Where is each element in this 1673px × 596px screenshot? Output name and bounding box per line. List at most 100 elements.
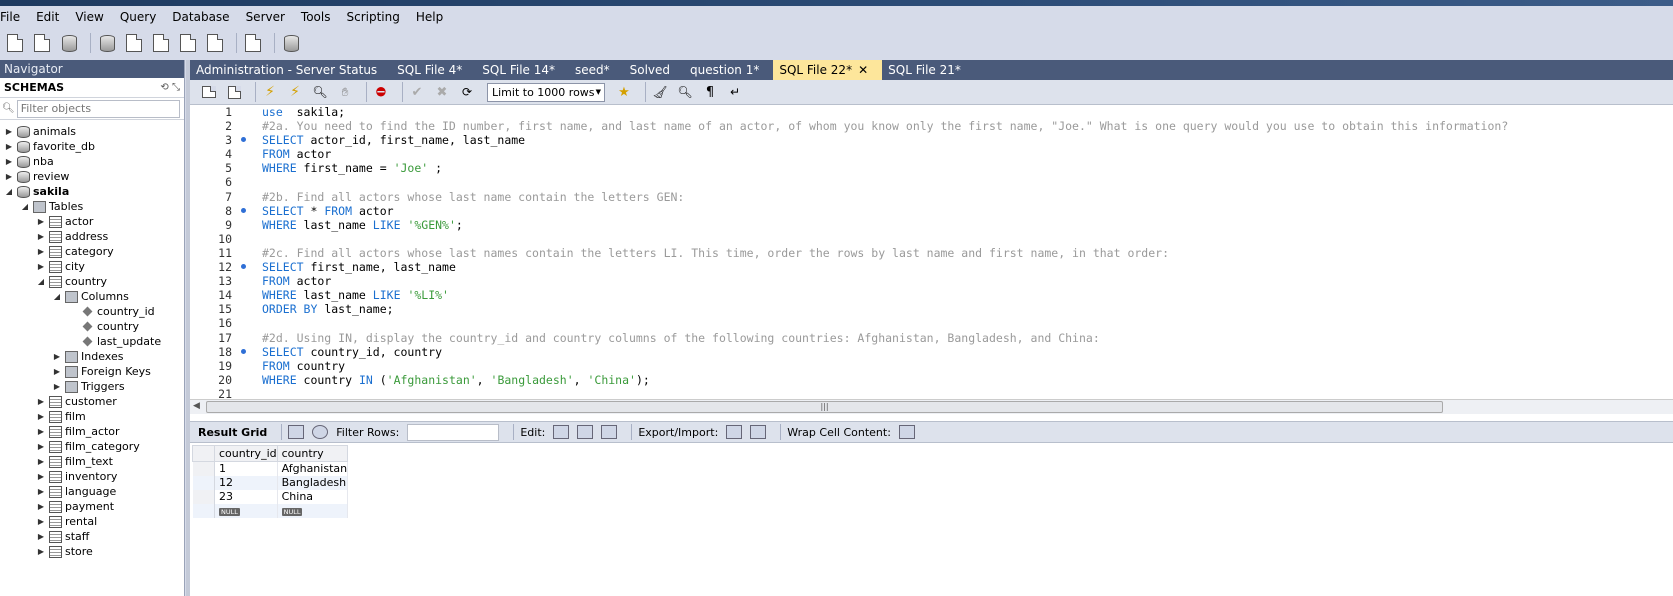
- tree-node-rental[interactable]: ▶ rental: [0, 514, 184, 529]
- table-row-new[interactable]: NULL NULL: [192, 503, 349, 518]
- limit-rows-select[interactable]: Limit to 1000 rows: [487, 82, 605, 102]
- create-table-button[interactable]: [123, 32, 145, 54]
- rollback-button[interactable]: ✖: [433, 83, 451, 101]
- expand-arrow-icon[interactable]: ▶: [36, 427, 46, 436]
- expand-arrow-icon[interactable]: ▶: [4, 142, 14, 151]
- result-grid-label[interactable]: Result Grid: [198, 426, 267, 439]
- code-line[interactable]: 11 #2c. Find all actors whose last names …: [190, 246, 1673, 260]
- tab-sql-file-14-[interactable]: SQL File 14*: [476, 60, 569, 80]
- cell-country-id[interactable]: 1: [214, 461, 278, 476]
- row-header[interactable]: [192, 503, 215, 518]
- add-snippet-button[interactable]: ★: [615, 83, 633, 101]
- cell-country[interactable]: Afghanistan: [277, 461, 349, 476]
- code-line[interactable]: 3 SELECT actor_id, first_name, last_name: [190, 133, 1673, 147]
- tree-node-indexes[interactable]: ▶ Indexes: [0, 349, 184, 364]
- code-line[interactable]: 13 FROM actor: [190, 274, 1673, 288]
- row-header[interactable]: [192, 475, 215, 490]
- inspector-button[interactable]: [58, 32, 80, 54]
- code-line[interactable]: 15 ORDER BY last_name;: [190, 302, 1673, 316]
- expanded-arrow-icon[interactable]: ◢: [4, 187, 14, 196]
- code-line[interactable]: 20 WHERE country IN ('Afghanistan', 'Bang…: [190, 373, 1673, 387]
- tree-node-favorite-db[interactable]: ▶ favorite_db: [0, 139, 184, 154]
- tree-node-language[interactable]: ▶ language: [0, 484, 184, 499]
- tree-node-country[interactable]: ◢ country: [0, 274, 184, 289]
- cell-null[interactable]: NULL: [214, 503, 278, 518]
- table-row[interactable]: 1 Afghanistan: [192, 461, 349, 476]
- expand-arrow-icon[interactable]: ▶: [36, 247, 46, 256]
- horizontal-scrollbar[interactable]: ◀ |||: [190, 399, 1673, 414]
- tree-node-payment[interactable]: ▶ payment: [0, 499, 184, 514]
- invisible-chars-button[interactable]: ¶: [701, 83, 719, 101]
- tree-node-country-id[interactable]: country_id: [0, 304, 184, 319]
- tree-node-film-text[interactable]: ▶ film_text: [0, 454, 184, 469]
- execute-current-button[interactable]: ⚡: [286, 83, 304, 101]
- tab-solved[interactable]: Solved: [624, 60, 684, 80]
- tab-sql-file-21-[interactable]: SQL File 21*: [882, 60, 975, 80]
- toggle-stop-on-error-button[interactable]: ⛔︎: [372, 83, 390, 101]
- import-icon[interactable]: [750, 425, 767, 439]
- code-line[interactable]: 16: [190, 316, 1673, 330]
- tab-administration-server-status[interactable]: Administration - Server Status: [190, 60, 391, 80]
- create-schema-button[interactable]: [96, 32, 118, 54]
- scroll-left-icon[interactable]: ◀: [193, 401, 200, 411]
- find-button[interactable]: 🔍︎: [676, 83, 694, 101]
- expand-arrow-icon[interactable]: ▶: [36, 262, 46, 271]
- menu-file[interactable]: File: [0, 6, 28, 28]
- expand-arrow-icon[interactable]: ▶: [36, 232, 46, 241]
- create-procedure-button[interactable]: [177, 32, 199, 54]
- expand-arrow-icon[interactable]: ▶: [4, 157, 14, 166]
- cell-country[interactable]: China: [277, 489, 349, 504]
- create-function-button[interactable]: [204, 32, 226, 54]
- code-line[interactable]: 12 SELECT first_name, last_name: [190, 260, 1673, 274]
- reconnect-button[interactable]: [280, 32, 302, 54]
- filter-rows-input[interactable]: [407, 423, 500, 441]
- tree-node-category[interactable]: ▶ category: [0, 244, 184, 259]
- expand-arrow-icon[interactable]: ▶: [36, 457, 46, 466]
- sql-editor[interactable]: 1 use sakila; 2 #2a. You need to find the I…: [190, 105, 1673, 401]
- execute-button[interactable]: ⚡: [261, 83, 279, 101]
- tree-node-inventory[interactable]: ▶ inventory: [0, 469, 184, 484]
- expanded-arrow-icon[interactable]: ◢: [52, 292, 62, 301]
- expand-arrow-icon[interactable]: ▶: [4, 127, 14, 136]
- tree-node-customer[interactable]: ▶ customer: [0, 394, 184, 409]
- tree-node-city[interactable]: ▶ city: [0, 259, 184, 274]
- save-button[interactable]: [225, 83, 243, 101]
- refresh-icon[interactable]: ⟲: [160, 82, 168, 93]
- expand-arrow-icon[interactable]: ▶: [36, 502, 46, 511]
- tree-node-film[interactable]: ▶ film: [0, 409, 184, 424]
- expand-arrow-icon[interactable]: ▶: [36, 397, 46, 406]
- code-line[interactable]: 9 WHERE last_name LIKE '%GEN%';: [190, 218, 1673, 232]
- expand-arrow-icon[interactable]: ▶: [52, 352, 62, 361]
- expand-arrow-icon[interactable]: ▶: [4, 172, 14, 181]
- code-line[interactable]: 1 use sakila;: [190, 105, 1673, 119]
- tree-node-foreign-keys[interactable]: ▶ Foreign Keys: [0, 364, 184, 379]
- grid-icon[interactable]: [288, 425, 305, 439]
- column-header-country-id[interactable]: country_id: [214, 445, 278, 462]
- tree-node-country[interactable]: country: [0, 319, 184, 334]
- tab-sql-file-22-[interactable]: SQL File 22* ✕: [773, 60, 883, 80]
- tree-node-tables[interactable]: ◢ Tables: [0, 199, 184, 214]
- menu-edit[interactable]: Edit: [28, 6, 67, 28]
- tree-node-columns[interactable]: ◢ Columns: [0, 289, 184, 304]
- menu-server[interactable]: Server: [238, 6, 293, 28]
- expand-arrow-icon[interactable]: ▶: [36, 217, 46, 226]
- expand-arrow-icon[interactable]: ▶: [52, 382, 62, 391]
- filter-objects-input[interactable]: [16, 99, 180, 118]
- insert-row-icon[interactable]: [577, 425, 594, 439]
- code-line[interactable]: 2 #2a. You need to find the ID number, fi…: [190, 119, 1673, 133]
- word-wrap-button[interactable]: ↵: [726, 83, 744, 101]
- tree-node-film-category[interactable]: ▶ film_category: [0, 439, 184, 454]
- autocommit-button[interactable]: ⟳: [458, 83, 476, 101]
- tree-node-nba[interactable]: ▶ nba: [0, 154, 184, 169]
- tree-node-triggers[interactable]: ▶ Triggers: [0, 379, 184, 394]
- code-line[interactable]: 6: [190, 175, 1673, 189]
- cell-country[interactable]: Bangladesh: [277, 475, 349, 490]
- menu-tools[interactable]: Tools: [293, 6, 339, 28]
- code-line[interactable]: 7 #2b. Find all actors whose last name co…: [190, 190, 1673, 204]
- explain-button[interactable]: 🔍︎: [311, 83, 329, 101]
- tab-sql-file-4-[interactable]: SQL File 4*: [391, 60, 476, 80]
- edit-row-icon[interactable]: [553, 425, 570, 439]
- wrap-cell-icon[interactable]: [898, 425, 915, 439]
- create-view-button[interactable]: [150, 32, 172, 54]
- tree-node-store[interactable]: ▶ store: [0, 544, 184, 559]
